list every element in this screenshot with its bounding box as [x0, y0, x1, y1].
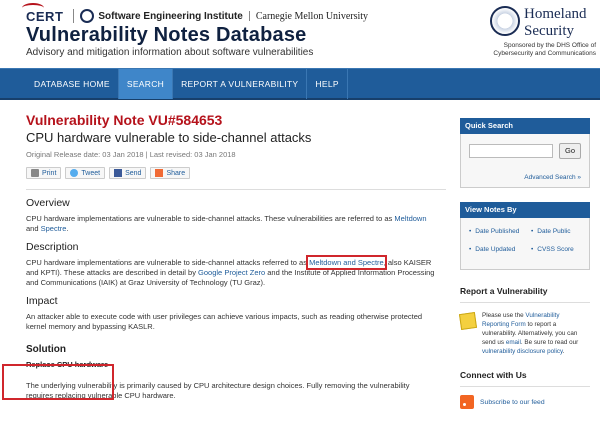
main-content: Vulnerability Note VU#584653 CPU hardwar…	[2, 112, 446, 401]
view-notes-panel: Date Published Date Public Date Updated …	[460, 218, 590, 270]
rss-row: Subscribe to our feed	[460, 395, 590, 409]
nav-database-home[interactable]: DATABASE HOME	[26, 69, 119, 99]
nav-help[interactable]: HELP	[307, 69, 348, 99]
send-button[interactable]: Send	[109, 167, 147, 179]
report-section: Please use the Vulnerability Reporting F…	[458, 311, 590, 356]
cvss-score-link[interactable]: CVSS Score	[531, 246, 574, 253]
institute-name[interactable]: Software Engineering Institute	[98, 11, 242, 22]
release-dates: Original Release date: 03 Jan 2018 | Las…	[26, 150, 236, 159]
report-form-icon	[458, 311, 478, 331]
disclosure-policy-link[interactable]: vulnerability disclosure policy	[482, 348, 563, 355]
connect-heading: Connect with Us	[460, 370, 527, 380]
quick-search-heading: Quick Search	[460, 118, 590, 134]
sei-logo-icon	[80, 9, 95, 23]
main-nav: DATABASE HOME SEARCH REPORT A VULNERABIL…	[0, 68, 600, 100]
meltdown-link[interactable]: Meltdown	[394, 214, 426, 223]
share-toolbar: Print Tweet Send Share	[26, 167, 446, 179]
view-notes-heading: View Notes By	[460, 202, 590, 218]
solution-heading: Solution	[26, 344, 66, 355]
print-button[interactable]: Print	[26, 167, 62, 179]
google-project-zero-link[interactable]: Google Project Zero	[198, 268, 265, 277]
description-text: CPU hardware implementations are vulnera…	[26, 255, 435, 287]
facebook-icon	[114, 169, 123, 177]
tweet-button[interactable]: Tweet	[65, 167, 106, 179]
twitter-icon	[70, 169, 79, 177]
page-subtitle: CPU hardware vulnerable to side-channel …	[26, 130, 312, 145]
brand-separator	[73, 9, 75, 23]
solution-highlight-box	[2, 364, 114, 400]
university-name[interactable]: Carnegie Mellon University	[256, 11, 368, 22]
date-updated-link[interactable]: Date Updated	[469, 246, 515, 253]
brand-separator	[248, 11, 250, 21]
impact-heading: Impact	[26, 295, 58, 307]
site-title[interactable]: Vulnerability Notes Database	[26, 24, 307, 47]
date-published-link[interactable]: Date Published	[469, 228, 519, 235]
share-button[interactable]: Share	[150, 167, 191, 179]
dhs-seal-icon	[490, 6, 520, 36]
divider	[460, 386, 590, 387]
email-link[interactable]: email	[506, 339, 521, 346]
site-tagline: Advisory and mitigation information abou…	[26, 47, 314, 58]
sidebar: Quick Search Go Advanced Search » View N…	[458, 118, 590, 409]
brand-row: CERT Software Engineering Institute Carn…	[22, 2, 368, 24]
cert-logo[interactable]: CERT	[22, 2, 67, 24]
dhs-logo[interactable]: Homeland Security Sponsored by the DHS O…	[490, 4, 600, 64]
spectre-link[interactable]: Spectre	[41, 224, 67, 233]
rss-icon[interactable]	[460, 395, 474, 409]
site-header: CERT Software Engineering Institute Carn…	[0, 0, 600, 68]
go-button[interactable]: Go	[559, 143, 581, 159]
divider	[460, 302, 590, 303]
overview-heading: Overview	[26, 197, 70, 209]
printer-icon	[31, 169, 39, 177]
advanced-search-link[interactable]: Advanced Search »	[524, 174, 581, 181]
page-title: Vulnerability Note VU#584653	[26, 112, 223, 128]
date-public-link[interactable]: Date Public	[531, 228, 570, 235]
report-heading: Report a Vulnerability	[460, 286, 548, 296]
dhs-title-line2: Security	[524, 23, 574, 39]
share-icon	[155, 169, 164, 177]
subscribe-feed-link[interactable]: Subscribe to our feed	[480, 399, 545, 406]
divider	[26, 189, 446, 190]
search-input[interactable]	[469, 144, 553, 158]
overview-text: CPU hardware implementations are vulnera…	[26, 214, 427, 233]
nav-report-vulnerability[interactable]: REPORT A VULNERABILITY	[173, 69, 308, 99]
meltdown-spectre-link[interactable]: Meltdown and Spectre	[306, 255, 387, 270]
quick-search-panel: Go Advanced Search »	[460, 134, 590, 188]
dhs-sponsor-text: Sponsored by the DHS Office of Cybersecu…	[493, 42, 596, 57]
description-heading: Description	[26, 241, 79, 253]
dhs-title-line1: Homeland	[524, 6, 587, 22]
report-text: Please use the Vulnerability Reporting F…	[482, 312, 579, 355]
impact-text: An attacker able to execute code with us…	[26, 312, 423, 331]
nav-search[interactable]: SEARCH	[118, 69, 174, 99]
